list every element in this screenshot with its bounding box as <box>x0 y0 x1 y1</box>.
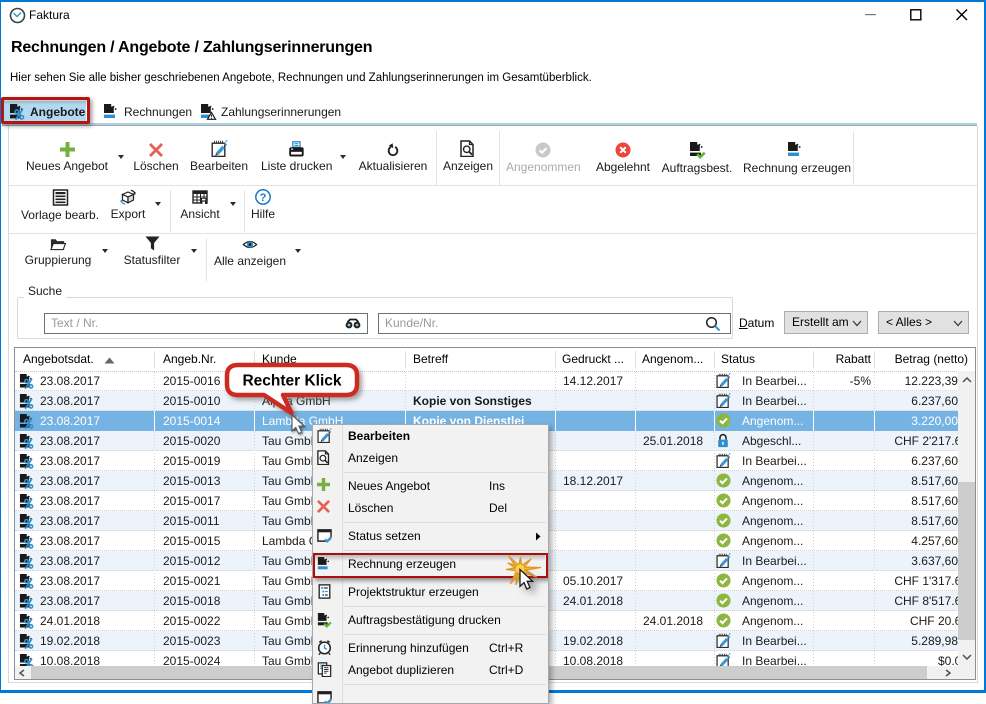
svg-text:Rechter Klick: Rechter Klick <box>242 373 341 390</box>
